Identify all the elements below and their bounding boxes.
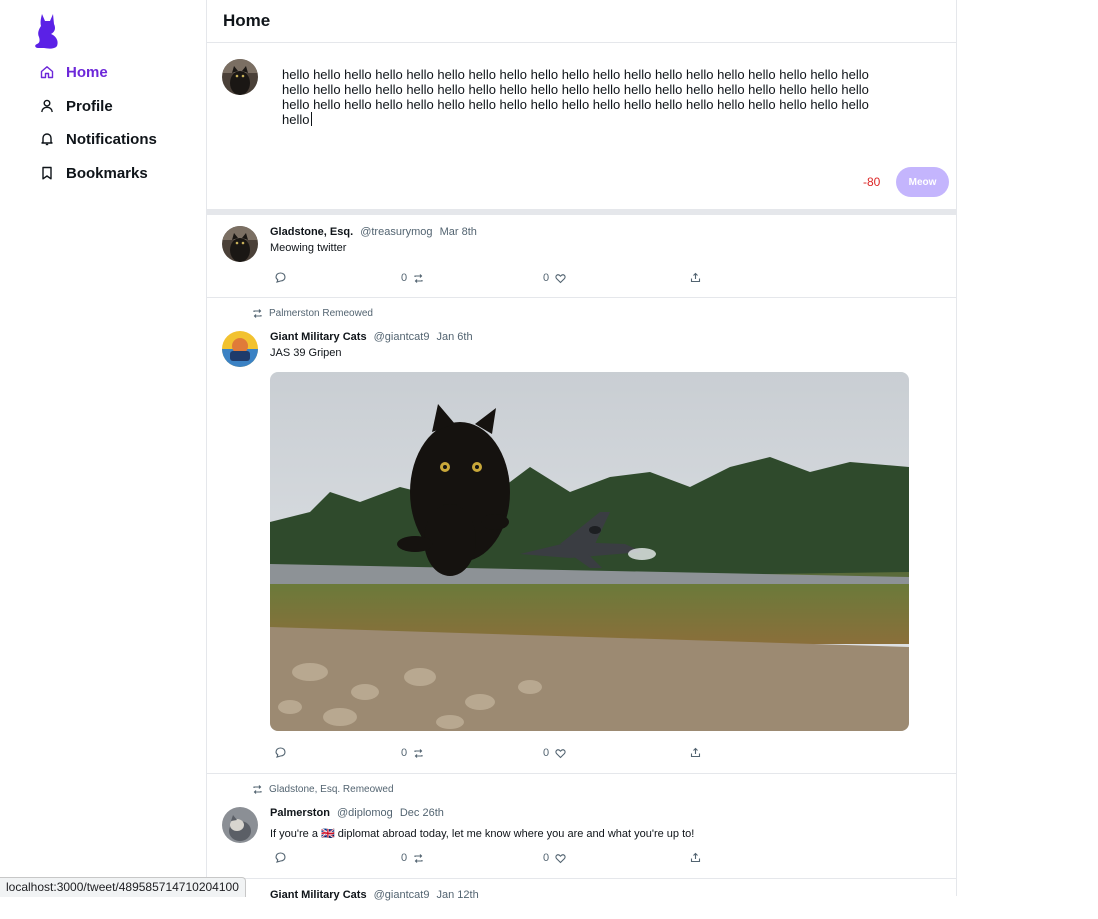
tweet-date[interactable]: Mar 8th	[440, 226, 477, 238]
sidebar: Home Profile Notifications Bookmarks	[0, 0, 206, 896]
page-title: Home	[223, 11, 271, 30]
share-button[interactable]	[690, 272, 701, 283]
browser-status-url: localhost:3000/tweet/489585714710204100	[0, 877, 246, 897]
remeow-icon	[414, 273, 423, 283]
home-icon	[40, 66, 54, 79]
share-button[interactable]	[690, 747, 701, 758]
sidebar-item-bookmarks[interactable]: Bookmarks	[40, 161, 148, 185]
remeow-icon	[253, 785, 262, 794]
page-header: Home	[207, 0, 956, 43]
person-icon	[41, 99, 53, 113]
avatar[interactable]	[222, 226, 258, 262]
tweet-header: Giant Military Cats @giantcat9 Jan 12th	[270, 889, 479, 901]
heart-icon	[555, 853, 566, 863]
sidebar-item-notifications[interactable]: Notifications	[40, 127, 157, 151]
heart-icon	[555, 748, 566, 758]
remeow-button[interactable]: 0	[401, 272, 424, 284]
author-name[interactable]: Giant Military Cats	[270, 889, 367, 901]
like-button[interactable]: 0	[543, 852, 566, 864]
tweet-date[interactable]: Jan 6th	[437, 331, 473, 343]
author-name[interactable]: Palmerston	[270, 807, 330, 819]
remeow-count: 0	[401, 747, 408, 759]
bookmark-icon	[42, 166, 52, 180]
reply-icon	[275, 272, 286, 283]
tweet-header: Giant Military Cats @giantcat9 Jan 6th	[270, 331, 473, 343]
tweet-image[interactable]	[270, 372, 909, 731]
reply-button[interactable]	[275, 852, 286, 863]
author-name[interactable]: Giant Military Cats	[270, 331, 367, 343]
remeow-icon	[253, 309, 262, 318]
tweet-date[interactable]: Jan 12th	[437, 889, 479, 901]
author-handle[interactable]: @giantcat9	[374, 889, 430, 901]
text-caret	[311, 112, 313, 126]
remeow-icon	[414, 853, 423, 863]
author-name[interactable]: Gladstone, Esq.	[270, 226, 353, 238]
tweet[interactable]: Gladstone, Esq. @treasurymog Mar 8th Meo…	[207, 215, 956, 298]
author-handle[interactable]: @diplomog	[337, 807, 393, 819]
author-handle[interactable]: @giantcat9	[374, 331, 430, 343]
like-count: 0	[543, 747, 550, 759]
reply-button[interactable]	[275, 747, 286, 758]
like-button[interactable]: 0	[543, 747, 566, 759]
reply-button[interactable]	[275, 272, 286, 283]
remeow-button[interactable]: 0	[401, 852, 424, 864]
tweet-text: If you're a 🇬🇧 diplomat abroad today, le…	[270, 828, 695, 840]
remeow-count: 0	[401, 272, 408, 284]
like-button[interactable]: 0	[543, 272, 566, 284]
meow-button[interactable]: Meow	[896, 167, 949, 197]
sidebar-item-label: Home	[66, 63, 108, 81]
composer: hello hello hello hello hello hello hell…	[207, 43, 956, 215]
like-count: 0	[543, 272, 550, 284]
share-icon	[690, 852, 701, 863]
share-button[interactable]	[690, 852, 701, 863]
tweet-header: Palmerston @diplomog Dec 26th	[270, 807, 444, 819]
tweet-date[interactable]: Dec 26th	[400, 807, 444, 819]
author-handle[interactable]: @treasurymog	[360, 226, 432, 238]
tweet[interactable]: Gladstone, Esq. Remeowed Palmerston @dip…	[207, 774, 956, 879]
compose-textarea[interactable]: hello hello hello hello hello hello hell…	[282, 67, 872, 127]
remeow-button[interactable]: 0	[401, 747, 424, 759]
heart-icon	[555, 273, 566, 283]
remeowed-by-label: Gladstone, Esq. Remeowed	[269, 784, 394, 795]
sidebar-item-home[interactable]: Home	[40, 60, 108, 84]
remeowed-by-label: Palmerston Remeowed	[269, 308, 373, 319]
cat-logo-icon[interactable]	[34, 12, 60, 50]
remeow-icon	[414, 748, 423, 758]
share-icon	[690, 747, 701, 758]
reply-icon	[275, 747, 286, 758]
sidebar-item-label: Profile	[66, 97, 113, 115]
remeow-indicator: Palmerston Remeowed	[252, 308, 373, 319]
remeow-indicator: Gladstone, Esq. Remeowed	[252, 784, 394, 795]
share-icon	[690, 272, 701, 283]
avatar[interactable]	[222, 807, 258, 843]
sidebar-item-label: Bookmarks	[66, 164, 148, 182]
remeow-count: 0	[401, 852, 408, 864]
sidebar-item-profile[interactable]: Profile	[40, 94, 113, 118]
tweet-header: Gladstone, Esq. @treasurymog Mar 8th	[270, 226, 477, 238]
avatar[interactable]	[222, 331, 258, 367]
tweet[interactable]: Giant Military Cats @giantcat9 Jan 12th	[207, 879, 956, 919]
character-counter: -80	[863, 175, 881, 189]
like-count: 0	[543, 852, 550, 864]
bell-icon	[41, 133, 53, 146]
tweet-text: Meowing twitter	[270, 242, 347, 254]
sidebar-item-label: Notifications	[66, 130, 157, 148]
main-timeline: Home hello hello hello hello hello hello…	[206, 0, 957, 901]
tweet-text: JAS 39 Gripen	[270, 347, 342, 359]
reply-icon	[275, 852, 286, 863]
tweet[interactable]: Palmerston Remeowed Giant Military Cats …	[207, 298, 956, 774]
avatar[interactable]	[222, 59, 258, 95]
